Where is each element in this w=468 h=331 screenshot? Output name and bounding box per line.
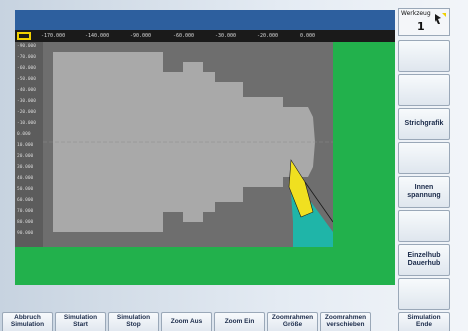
softkey-zoomrahmen-verschieben[interactable]: Zoomrahmen verschieben	[320, 312, 371, 331]
softkey-strichgrafik[interactable]: Strichgrafik	[398, 108, 450, 140]
softkey-zoomrahmen-groesse[interactable]: Zoomrahmen Größe	[267, 312, 318, 331]
tool-number: 1	[417, 20, 425, 33]
softkey-right-4[interactable]	[398, 142, 450, 174]
tool-indicator: Werkzeug 1	[398, 8, 450, 36]
x-tick: -30.000	[215, 33, 237, 39]
softkey-right-6[interactable]	[398, 210, 450, 242]
y-tick: 20.000	[17, 154, 34, 159]
y-tick: -10.000	[17, 121, 36, 126]
softkey-simulation-start[interactable]: Simulation Start	[55, 312, 106, 331]
title-strip	[15, 10, 395, 30]
y-tick: -40.000	[17, 88, 36, 93]
x-tick: -60.000	[173, 33, 195, 39]
softkey-right-8[interactable]	[398, 278, 450, 310]
x-tick: -20.000	[257, 33, 279, 39]
tool-label: Werkzeug	[401, 10, 431, 17]
softkey-right-1[interactable]	[398, 40, 450, 72]
y-tick: -30.000	[17, 99, 36, 104]
y-tick: 0.000	[17, 132, 31, 137]
simulation-viewport[interactable]: -170.000 -140.000 -90.000 -60.000 -30.00…	[15, 30, 395, 285]
x-tick: -90.000	[130, 33, 152, 39]
tool-cursor-icon	[435, 13, 446, 24]
y-tick: 90.000	[17, 231, 34, 236]
softkey-simulation-ende[interactable]: Simulation Ende	[398, 312, 450, 331]
y-tick: 70.000	[17, 209, 34, 214]
y-tick: 50.000	[17, 187, 34, 192]
workpiece-graphic	[43, 52, 334, 247]
y-tick: 60.000	[17, 198, 34, 203]
y-tick: 10.000	[17, 143, 34, 148]
x-ruler: -170.000 -140.000 -90.000 -60.000 -30.00…	[15, 30, 395, 42]
x-tick: -140.000	[85, 33, 110, 39]
x-tick: 0.000	[300, 33, 316, 39]
softkey-einzelhub-dauerhub[interactable]: Einzelhub Dauerhub	[398, 244, 450, 276]
y-tick: 40.000	[17, 176, 34, 181]
y-tick: -20.000	[17, 110, 36, 115]
softkey-zoom-aus[interactable]: Zoom Aus	[161, 312, 212, 331]
machine-logo-icon	[17, 32, 31, 40]
softkey-simulation-stop[interactable]: Simulation Stop	[108, 312, 159, 331]
simulation-area	[43, 42, 334, 247]
softkey-zoom-ein[interactable]: Zoom Ein	[214, 312, 265, 331]
y-tick: -90.000	[17, 44, 36, 49]
softkey-innen-spannung[interactable]: Innen spannung	[398, 176, 450, 208]
x-tick: -170.000	[41, 33, 66, 39]
y-tick: 30.000	[17, 165, 34, 170]
y-tick: -50.000	[17, 77, 36, 82]
y-ruler: -90.000 -70.000 -60.000 -50.000 -40.000 …	[15, 42, 43, 247]
viewport-margin-bottom	[15, 247, 395, 285]
viewport-margin-right	[333, 42, 395, 247]
y-tick: -70.000	[17, 55, 36, 60]
y-tick: 80.000	[17, 220, 34, 225]
softkey-abbruch-simulation[interactable]: Abbruch Simulation	[2, 312, 53, 331]
softkey-right-2[interactable]	[398, 74, 450, 106]
y-tick: -60.000	[17, 66, 36, 71]
